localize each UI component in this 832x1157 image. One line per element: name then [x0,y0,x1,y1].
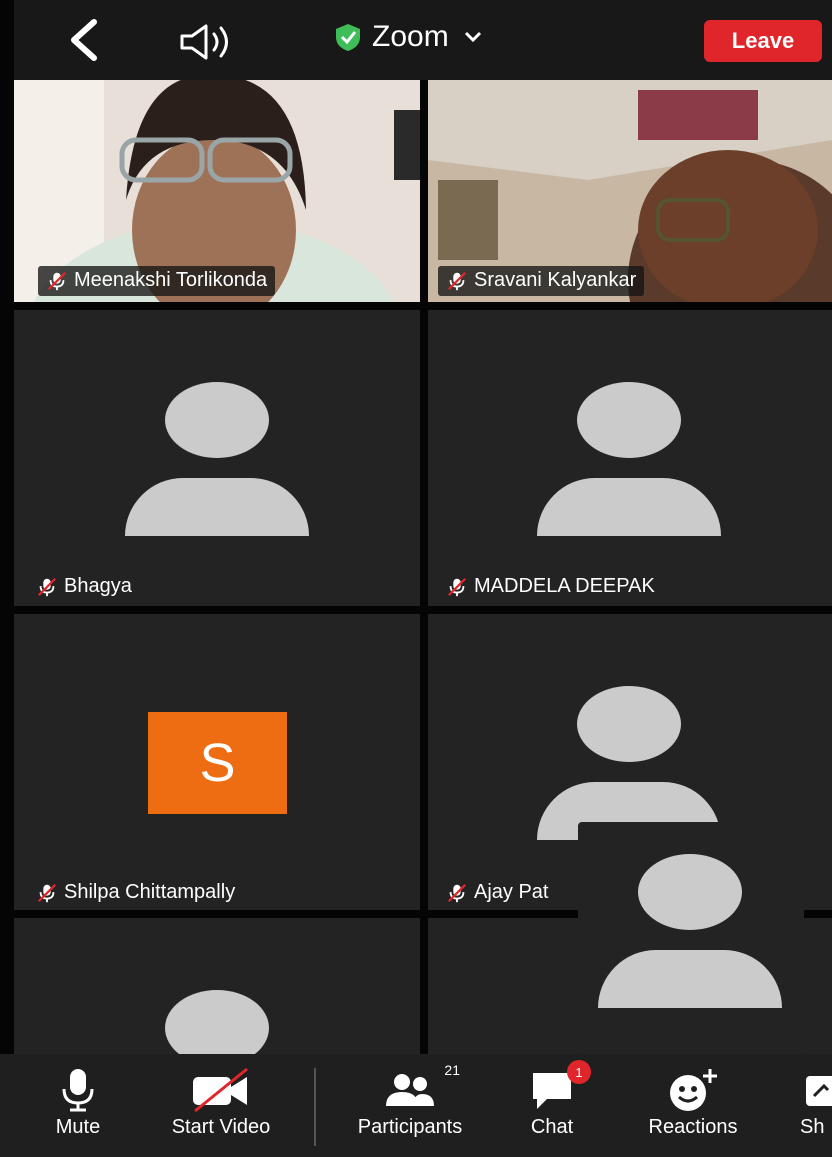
participants-label: Participants [357,1116,463,1138]
mic-muted-icon [37,883,57,902]
toolbar-divider [314,1068,316,1146]
chat-label: Chat [530,1116,574,1138]
share-label: Sh [800,1116,825,1138]
mic-muted-icon [447,883,467,902]
chat-icon-wrap: 1 [529,1060,591,1114]
video-tile-maddela-deepak[interactable]: MADDELA DEEPAK [428,310,832,606]
avatar-body [125,478,309,536]
back-icon[interactable] [64,18,104,62]
participant-name-tag: Ajay Pat [446,881,548,904]
self-view-tile[interactable] [578,822,804,1054]
reactions-icon-wrap [666,1066,720,1114]
chat-unread-badge: 1 [567,1060,591,1084]
avatar-head [165,382,269,458]
share-screen-icon [806,1076,832,1106]
participant-name: Bhagya [64,575,132,597]
avatar-letter: S [199,733,236,793]
participant-name-tag: MADDELA DEEPAK [446,575,655,598]
speaker-icon[interactable] [178,22,234,62]
shield-check-icon [336,24,360,51]
participant-name: Sravani Kalyankar [474,269,637,291]
participant-name: Ajay Pat [474,881,549,903]
chevron-down-icon [464,31,481,43]
avatar-head [577,382,681,458]
avatar-body [537,478,721,536]
meeting-top-bar: Zoom Leave [0,0,832,80]
avatar-head [577,686,681,762]
video-off-icon [193,1067,248,1113]
reactions-button[interactable]: Reactions [632,1054,754,1157]
share-button[interactable]: Sh [800,1054,832,1157]
start-video-label: Start Video [171,1116,271,1138]
avatar-head [165,990,269,1054]
meeting-title: Zoom [372,20,449,53]
participant-name: Meenakshi Torlikonda [74,269,268,291]
participants-count: 21 [444,1062,460,1078]
participant-name: MADDELA DEEPAK [474,575,655,597]
video-tile-sravani[interactable]: Sravani Kalyankar [428,80,832,302]
start-video-button[interactable]: Start Video [152,1054,290,1157]
share-icon-wrap [800,1066,832,1114]
participant-name: Shilpa Chittampally [64,881,236,903]
mute-icon-wrap [58,1066,98,1114]
mute-button[interactable]: Mute [36,1054,120,1157]
participant-name-tag: Shilpa Chittampally [36,881,235,904]
microphone-icon [62,1069,94,1112]
video-tile-meenakshi[interactable]: Meenakshi Torlikonda [14,80,420,302]
participants-icon-wrap: 21 [382,1062,460,1114]
mic-muted-icon [37,577,57,596]
participant-name-tag: Bhagya [36,575,132,598]
participant-name-tag: Meenakshi Torlikonda [38,266,276,296]
participants-button[interactable]: 21 Participants [340,1054,480,1157]
meeting-toolbar: Mute Start Video 21 Participants 1 Chat … [0,1054,832,1157]
avatar-body [598,950,782,1008]
participants-icon [386,1074,434,1106]
chat-button[interactable]: 1 Chat [516,1054,591,1157]
reactions-label: Reactions [648,1116,738,1138]
zoom-meeting-screen: Meenakshi Torlikonda Sravani Kalyankar B… [0,0,832,1157]
video-tile-row4-left[interactable] [14,918,420,1054]
video-tile-bhagya[interactable]: Bhagya [14,310,420,606]
video-icon-wrap [189,1066,253,1114]
leave-button[interactable]: Leave [704,20,822,62]
smiley-plus-icon [670,1069,717,1111]
mic-muted-icon [447,577,467,596]
video-tile-shilpa[interactable]: S Shilpa Chittampally [14,614,420,910]
avatar-letter-box: S [148,712,287,814]
participant-name-tag: Sravani Kalyankar [438,266,645,296]
mic-muted-icon [47,271,67,290]
mic-muted-icon [447,271,467,290]
avatar-head [638,854,742,930]
mute-label: Mute [55,1116,101,1138]
meeting-title-dropdown[interactable]: Zoom [334,20,483,54]
